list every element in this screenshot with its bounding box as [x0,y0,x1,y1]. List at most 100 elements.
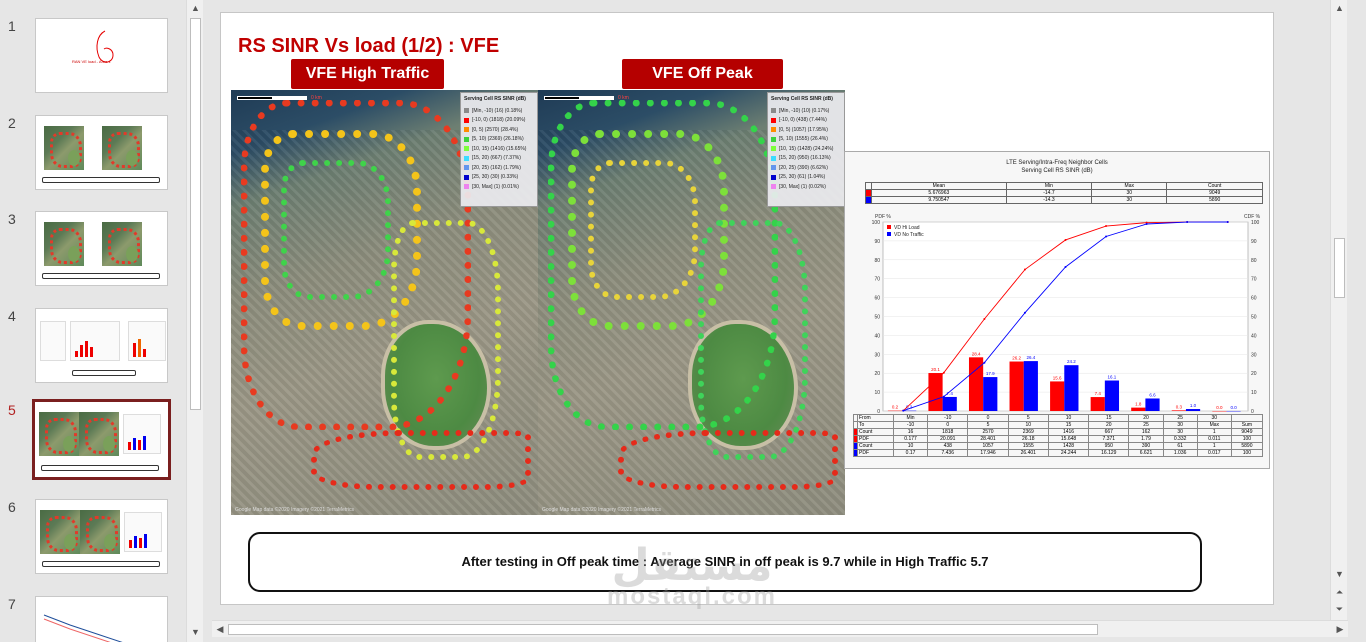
bin-cell: 30 [1162,421,1198,429]
editor-scrollbar[interactable]: ▲ ▼ ⏶ ⏷ [1330,0,1347,620]
slide-canvas[interactable]: RS SINR Vs load (1/2) : VFE VFE High Tra… [220,12,1274,605]
y-tick-label-left: 70 [874,277,880,283]
bar-data-label: 24.2 [1067,359,1076,364]
horizontal-scrollbar[interactable]: ◀ ▶ [212,620,1348,637]
thumbnail-scrollbar[interactable]: ▲ ▼ [186,0,203,642]
thumbnail-preview[interactable] [35,596,168,642]
bin-cell: 162 [1128,428,1164,436]
legend-row: [20, 25) (162) (1.79%) [464,163,534,173]
bin-cell: Min [892,414,929,422]
legend-title: Serving Cell RS SINR (dB) [464,96,526,102]
tag-high-traffic[interactable]: VFE High Traffic [291,59,444,89]
y-tick-label-left: 20 [874,371,880,377]
legend-row: [-10, 0) (438) (7.44%) [771,116,841,126]
scroll-left-icon[interactable]: ◀ [212,621,228,638]
bin-cell: 15.648 [1047,435,1090,443]
sinr-pdf-cdf-chart[interactable]: LTE Serving/Intra-Freq Neighbor Cells Se… [844,151,1270,469]
bin-cell: 7.371 [1088,435,1130,443]
pdf-bar [1009,361,1024,411]
bin-cell: 15 [1047,421,1090,429]
legend-swatch [771,174,776,180]
stats-cell: 30 [1091,196,1168,204]
pdf-bar [942,396,957,411]
bin-cell: 1416 [1047,428,1090,436]
next-slide-icon[interactable]: ⏷ [1331,601,1348,617]
thumbnail-number: 6 [8,499,16,515]
bin-cell: 0.17 [892,449,929,457]
legend-swatch [464,146,469,152]
bin-cell: 438 [927,442,969,450]
thumbnail-preview[interactable]: RAN VE load - Area 1 [35,18,168,93]
y-tick-label-left: 30 [874,352,880,358]
thumbnail-preview[interactable] [32,399,171,480]
legend-label: [20, 25) (162) (1.79%) [472,164,521,171]
legend-row: [5, 10) (2369) (26.18%) [464,135,534,145]
editor-scroll-thumb[interactable] [1334,238,1345,298]
legend-row: [0, 5) (2570) (28.4%) [464,125,534,135]
thumbnail-number: 1 [8,18,16,34]
bin-table-row: Count 10 438 1057 1555 1428 950 390 61 1 5890 [853,442,1264,450]
thumbnail-preview[interactable] [35,308,168,383]
legend-swatch [464,174,469,180]
tag-off-peak[interactable]: VFE Off Peak [622,59,783,89]
legend-swatch [771,117,776,123]
y-tick-label-right: 10 [1251,390,1257,396]
legend-swatch [464,155,469,161]
pdf-bar [983,377,998,411]
bin-cell: 6.621 [1128,449,1164,457]
bin-cell: 24.244 [1047,449,1090,457]
thumbnail-preview[interactable] [35,499,168,574]
thumbnail-preview[interactable] [35,211,168,286]
legend-row: [15, 20) (667) (7.37%) [464,154,534,164]
pdf-bar [1050,381,1065,411]
bar-data-label: 1.0 [1190,403,1197,408]
legend-row: [15, 20) (950) (16.13%) [771,154,841,164]
bar-data-label: 20.1 [931,367,940,372]
thumbnail-preview[interactable] [35,115,168,190]
cdf-point [1105,225,1108,228]
bar-data-label: 1.8 [1135,402,1142,407]
cdf-point [1226,221,1229,223]
thumbnail-number: 3 [8,211,16,227]
stats-cell: 5.676963 [871,189,1007,197]
map-off-peak[interactable]: 0 km Serving Cell RS SINR (dB) [Min, -10)… [538,90,845,515]
legend-swatch [771,108,776,114]
scroll-down-icon[interactable]: ▼ [1331,566,1348,582]
legend-row: [10, 15) (1428) (24.24%) [771,144,841,154]
bin-cell: -10 [927,414,969,422]
legend-label: [15, 20) (667) (7.37%) [472,155,521,162]
thumbnail-scroll-thumb[interactable] [190,18,201,410]
previous-slide-icon[interactable]: ⏶ [1331,584,1348,600]
scroll-up-icon[interactable]: ▲ [1331,0,1348,16]
scroll-up-icon[interactable]: ▲ [187,0,204,16]
legend-row: [20, 25) (390) (6.62%) [771,163,841,173]
thumbnail-caption: RAN VE load - Area 1 [72,59,111,64]
legend-label: [0, 5) (1057) (17.95%) [779,126,828,133]
bin-cell: 1057 [967,442,1009,450]
y-tick-label-left: 50 [874,315,880,321]
scroll-down-icon[interactable]: ▼ [187,624,204,640]
cdf-point [983,318,986,321]
legend-label: [25, 30) (30) (0.33%) [472,174,519,181]
bar-data-label: 26.2 [1012,356,1021,361]
legend-row: [30, Max] (1) (0.01%) [464,182,534,192]
slide-title[interactable]: RS SINR Vs load (1/2) : VFE [238,35,499,58]
bin-sum-cell: 100 [1230,449,1264,457]
pdf-bar [1171,410,1186,411]
legend-row: [5, 10) (1555) (26.4%) [771,135,841,145]
legend-label: [-10, 0) (1818) (20.09%) [472,117,526,124]
bin-cell: 0.017 [1196,449,1232,457]
chart-bin-table: From Min -10 0 5 10 15 20 25 30 To -10 0 5 10 15 20 25 30 M… [853,414,1264,457]
bar-data-label: 28.4 [972,351,981,356]
y-tick-label-left: 60 [874,296,880,302]
bin-cell: 0 [927,421,969,429]
stats-header-cell: Max [1091,182,1168,190]
slide-caption-box[interactable]: After testing in Off peak time : Average… [248,532,1202,592]
scroll-right-icon[interactable]: ▶ [1332,621,1348,638]
horizontal-scroll-thumb[interactable] [228,624,1098,635]
legend-swatch [464,117,469,123]
map-high-traffic[interactable]: 0 km Serving Cell RS SINR (dB) [Min, -10)… [231,90,538,515]
pdf-bar [1104,380,1120,411]
bar-data-label: 0.2 [892,405,899,410]
legend-row: [10, 15) (1416) (15.65%) [464,144,534,154]
